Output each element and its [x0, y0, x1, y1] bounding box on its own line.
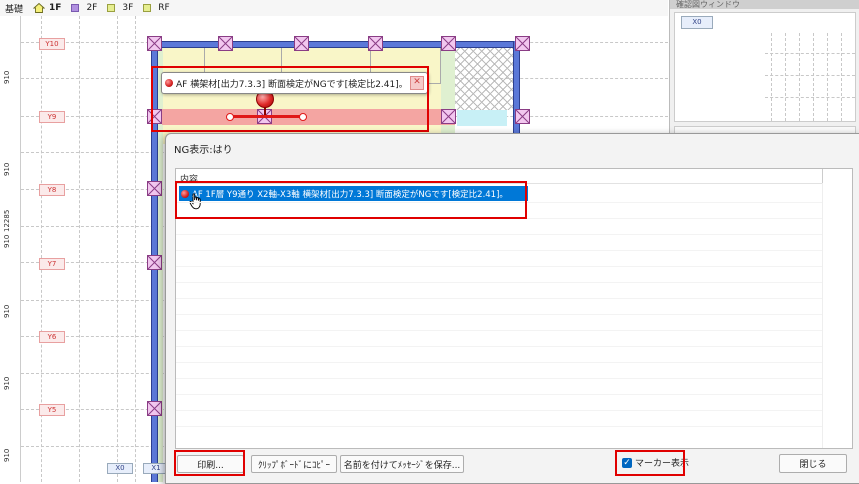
floor-tab-1f[interactable]: 1F — [28, 0, 66, 16]
annotation-highlight-box — [174, 450, 245, 476]
grid-line — [771, 33, 772, 121]
annotation-highlight-box — [175, 181, 527, 219]
dimension-label: 910 — [3, 162, 11, 176]
column[interactable] — [515, 109, 530, 124]
axis-label-y7: Y7 — [39, 258, 65, 270]
row-separator — [176, 266, 822, 267]
grid-line — [841, 33, 842, 121]
axis-label-y5: Y5 — [39, 404, 65, 416]
room-area-void — [455, 44, 517, 110]
room-area — [441, 44, 455, 144]
grid-line — [135, 16, 136, 482]
column[interactable] — [294, 36, 309, 51]
floor-tab-foundation[interactable]: 基礎 — [0, 0, 28, 16]
floor-tab-label: 2F — [86, 3, 98, 13]
axis-label-y10: Y10 — [39, 38, 65, 50]
column[interactable] — [515, 36, 530, 51]
axis-label-y6: Y6 — [39, 331, 65, 343]
column[interactable] — [368, 36, 383, 51]
floor-tab-rf[interactable]: RF — [138, 0, 174, 16]
floor-tab-3f[interactable]: 3F — [102, 0, 138, 16]
dimension-label: 910 — [3, 234, 11, 248]
house-icon — [33, 2, 46, 13]
dimension-ruler: 910 910 12285 910 910 910 910 — [0, 16, 21, 482]
row-separator — [176, 346, 822, 347]
grid-line — [765, 53, 855, 54]
floor-tab-label: 基礎 — [5, 4, 24, 15]
floor-tab-label: 1F — [49, 3, 62, 13]
grid-line — [79, 16, 80, 482]
dimension-label-total: 12285 — [3, 209, 11, 232]
row-separator — [176, 378, 822, 379]
grid-line — [813, 33, 814, 121]
axis-label-x0: X0 — [681, 16, 713, 29]
floor-tab-2f[interactable]: 2F — [66, 0, 102, 16]
grid-line — [765, 97, 855, 98]
row-separator — [176, 234, 822, 235]
dialog-title: NG表示:はり — [174, 145, 233, 156]
row-separator — [176, 394, 822, 395]
column-divider — [822, 169, 823, 183]
row-separator — [176, 282, 822, 283]
close-button[interactable]: 閉じる — [779, 454, 847, 473]
panel-drawing-area[interactable]: X0 — [674, 12, 856, 122]
beam-vertical — [513, 41, 520, 141]
column[interactable] — [147, 36, 162, 51]
grid-line — [117, 16, 118, 482]
column[interactable] — [441, 109, 456, 124]
copy-to-clipboard-button[interactable]: ｸﾘｯﾌﾟﾎﾞｰﾄﾞにｺﾋﾟｰ — [251, 455, 337, 473]
axis-label-x0: X0 — [107, 463, 133, 474]
column[interactable] — [147, 401, 162, 416]
row-separator — [176, 362, 822, 363]
row-separator — [176, 330, 822, 331]
column[interactable] — [147, 181, 162, 196]
dimension-label: 910 — [3, 448, 11, 462]
row-separator — [176, 298, 822, 299]
row-separator — [176, 410, 822, 411]
floor-tab-bar: 基礎 1F 2F 3F RF — [0, 0, 668, 17]
axis-label-y9: Y9 — [39, 111, 65, 123]
floor-color-swatch — [143, 4, 152, 12]
beam-horizontal — [161, 41, 521, 48]
floor-color-swatch — [71, 4, 80, 12]
floor-tab-label: 3F — [122, 3, 134, 13]
grid-line — [799, 33, 800, 121]
save-message-button[interactable]: 名前を付けてﾒｯｾｰｼﾞを保存... — [340, 455, 464, 473]
grid-line — [765, 75, 855, 76]
dimension-label: 910 — [3, 376, 11, 390]
grid-line — [827, 33, 828, 121]
dimension-label: 910 — [3, 304, 11, 318]
column[interactable] — [218, 36, 233, 51]
floor-color-swatch — [107, 4, 116, 12]
list-scroll-divider — [822, 183, 823, 448]
panel-title: 確認図ウィンドウ — [670, 0, 859, 9]
floor-tab-label: RF — [158, 3, 170, 13]
row-separator — [176, 314, 822, 315]
annotation-highlight-box — [151, 66, 429, 132]
row-separator — [176, 426, 822, 427]
row-separator — [176, 250, 822, 251]
column[interactable] — [147, 255, 162, 270]
column[interactable] — [441, 36, 456, 51]
dimension-label: 910 — [3, 70, 11, 84]
axis-label-y8: Y8 — [39, 184, 65, 196]
grid-line — [785, 33, 786, 121]
room-area — [457, 110, 507, 126]
annotation-highlight-box — [615, 450, 685, 476]
